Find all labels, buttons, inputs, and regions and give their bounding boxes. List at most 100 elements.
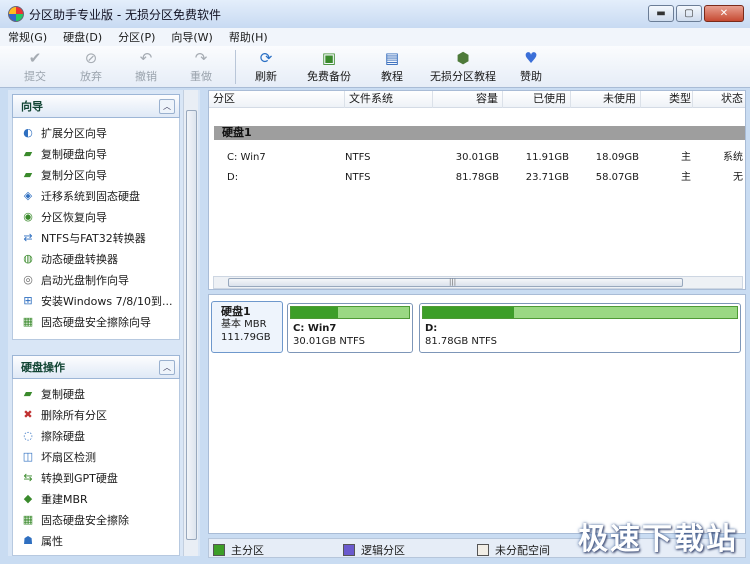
wizard-migrate-os[interactable]: ◈ 迁移系统到固态硬盘 (13, 185, 179, 206)
minimize-button[interactable]: ▬ (648, 5, 674, 22)
lossless-tutorial-button[interactable]: ⬢ 无损分区教程 (430, 49, 496, 85)
check-icon: ✔ (28, 49, 42, 67)
task-label: 固态硬盘安全擦除 (41, 513, 129, 527)
tutorial-button[interactable]: ▤ 教程 (381, 49, 403, 85)
migrate-icon: ◈ (23, 189, 33, 202)
convert-gpt-icon: ⇆ (23, 471, 33, 484)
discard-button[interactable]: ⊘ 放弃 (80, 49, 102, 85)
cell-free: 58.07GB (595, 172, 639, 183)
properties-icon: ☗ (23, 534, 33, 547)
cell-capacity: 81.78GB (455, 172, 499, 183)
wizards-title: 向导 (21, 100, 43, 113)
grip-icon: ||| (449, 278, 457, 286)
task-label: 迁移系统到固态硬盘 (41, 189, 140, 203)
disk-name: 硬盘1 (221, 305, 251, 318)
redo-button[interactable]: ↷ 重做 (190, 49, 212, 85)
sponsor-button[interactable]: ♥ 赞助 (520, 49, 542, 85)
maximize-button[interactable]: ▢ (676, 5, 702, 22)
table-hscrollbar[interactable]: ||| (213, 276, 743, 289)
ssd-erase-icon: ▦ (22, 513, 34, 526)
partition-desc: 30.01GB NTFS (293, 336, 365, 347)
col-free[interactable]: 未使用 (571, 91, 641, 108)
wizard-extend-partition[interactable]: ◐ 扩展分区向导 (13, 122, 179, 143)
cell-type: 主 (681, 172, 691, 183)
col-filesystem[interactable]: 文件系统 (345, 91, 433, 108)
lossless-tutorial-icon: ⬢ (456, 49, 470, 67)
disk-info-card[interactable]: 硬盘1 基本 MBR 111.79GB (211, 301, 283, 353)
partition-block-d[interactable]: D: 81.78GB NTFS (419, 303, 741, 353)
delete-icon: ✖ (23, 408, 33, 421)
cell-used: 11.91GB (525, 152, 569, 163)
col-partition[interactable]: 分区 (209, 91, 345, 108)
op-properties[interactable]: ☗ 属性 (13, 530, 179, 551)
cell-free: 18.09GB (595, 152, 639, 163)
usage-fill (423, 307, 515, 318)
usage-bar (422, 306, 738, 319)
disk-ops-header[interactable]: 硬盘操作 ︿ (12, 355, 180, 379)
cell-filesystem: NTFS (345, 172, 371, 183)
wizard-dynamic-disk[interactable]: ◍ 动态硬盘转换器 (13, 248, 179, 269)
refresh-button[interactable]: ⟳ 刷新 (255, 49, 277, 85)
disk-group-label[interactable]: 硬盘1 (214, 126, 745, 140)
wizard-copy-disk[interactable]: ▰ 复制硬盘向导 (13, 143, 179, 164)
col-capacity[interactable]: 容量 (433, 91, 503, 108)
wizard-boot-cd[interactable]: ◎ 启动光盘制作向导 (13, 269, 179, 290)
lossless-tutorial-label: 无损分区教程 (430, 70, 496, 83)
op-convert-gpt[interactable]: ⇆ 转换到GPT硬盘 (13, 467, 179, 488)
wizard-ntfs-fat32[interactable]: ⇄ NTFS与FAT32转换器 (13, 227, 179, 248)
menu-general[interactable]: 常规(G) (0, 29, 55, 45)
disk-ops-title: 硬盘操作 (21, 361, 65, 374)
collapse-icon[interactable]: ︿ (159, 99, 175, 114)
wizards-header[interactable]: 向导 ︿ (12, 94, 180, 118)
collapse-icon[interactable]: ︿ (159, 360, 175, 375)
menu-partition[interactable]: 分区(P) (110, 29, 163, 45)
left-scroll-thumb[interactable] (186, 110, 197, 540)
sponsor-label: 赞助 (520, 70, 542, 83)
commit-button[interactable]: ✔ 提交 (24, 49, 46, 85)
op-copy-disk[interactable]: ▰ 复制硬盘 (13, 383, 179, 404)
menu-help[interactable]: 帮助(H) (221, 29, 276, 45)
backup-icon: ▣ (321, 49, 337, 67)
op-bad-sector-check[interactable]: ◫ 坏扇区检测 (13, 446, 179, 467)
table-row[interactable]: C: Win7 NTFS 30.01GB 11.91GB 18.09GB 主 系… (209, 149, 745, 167)
task-label: 复制硬盘 (41, 387, 85, 401)
usage-fill (291, 307, 339, 318)
cell-partition: D: (227, 172, 239, 183)
convert-fs-icon: ⇄ (23, 231, 33, 244)
col-type[interactable]: 类型 (641, 91, 693, 108)
col-status[interactable]: 状态 (693, 91, 745, 108)
op-rebuild-mbr[interactable]: ◆ 重建MBR (13, 488, 179, 509)
free-backup-button[interactable]: ▣ 免费备份 (307, 49, 351, 85)
undo-icon: ↶ (139, 49, 153, 67)
close-button[interactable]: ✕ (704, 5, 744, 22)
partition-block-c[interactable]: C: Win7 30.01GB NTFS (287, 303, 413, 353)
wizard-install-windows[interactable]: ⊞ 安装Windows 7/8/10到... (13, 290, 179, 311)
cell-capacity: 30.01GB (455, 152, 499, 163)
partition-name: D: (425, 323, 438, 334)
wizard-partition-recovery[interactable]: ◉ 分区恢复向导 (13, 206, 179, 227)
wizard-copy-partition[interactable]: ▰ 复制分区向导 (13, 164, 179, 185)
cell-status: 系统 (723, 152, 743, 163)
legend-swatch (213, 544, 225, 556)
left-scrollbar[interactable] (183, 90, 198, 556)
copy-partition-icon: ▰ (23, 168, 33, 181)
toolbar-separator (235, 50, 236, 84)
menu-disk[interactable]: 硬盘(D) (55, 29, 110, 45)
task-label: 固态硬盘安全擦除向导 (41, 315, 151, 329)
task-label: 启动光盘制作向导 (41, 273, 129, 287)
op-wipe-disk[interactable]: ◌ 擦除硬盘 (13, 425, 179, 446)
dynamic-disk-icon: ◍ (23, 252, 33, 265)
table-row[interactable]: D: NTFS 81.78GB 23.71GB 58.07GB 主 无 (209, 169, 745, 187)
tutorial-icon: ▤ (384, 49, 400, 67)
discard-label: 放弃 (80, 70, 102, 83)
heart-icon: ♥ (524, 49, 538, 67)
op-ssd-secure-erase[interactable]: ▦ 固态硬盘安全擦除 (13, 509, 179, 530)
wizard-ssd-erase[interactable]: ▦ 固态硬盘安全擦除向导 (13, 311, 179, 332)
col-used[interactable]: 已使用 (503, 91, 571, 108)
table-hscroll-thumb[interactable]: ||| (228, 278, 683, 287)
op-delete-all-partitions[interactable]: ✖ 删除所有分区 (13, 404, 179, 425)
undo-button[interactable]: ↶ 撤销 (135, 49, 157, 85)
title-bar: 分区助手专业版 - 无损分区免费软件 ▬ ▢ ✕ (0, 0, 750, 28)
task-label: 扩展分区向导 (41, 126, 107, 140)
menu-wizard[interactable]: 向导(W) (163, 29, 220, 45)
